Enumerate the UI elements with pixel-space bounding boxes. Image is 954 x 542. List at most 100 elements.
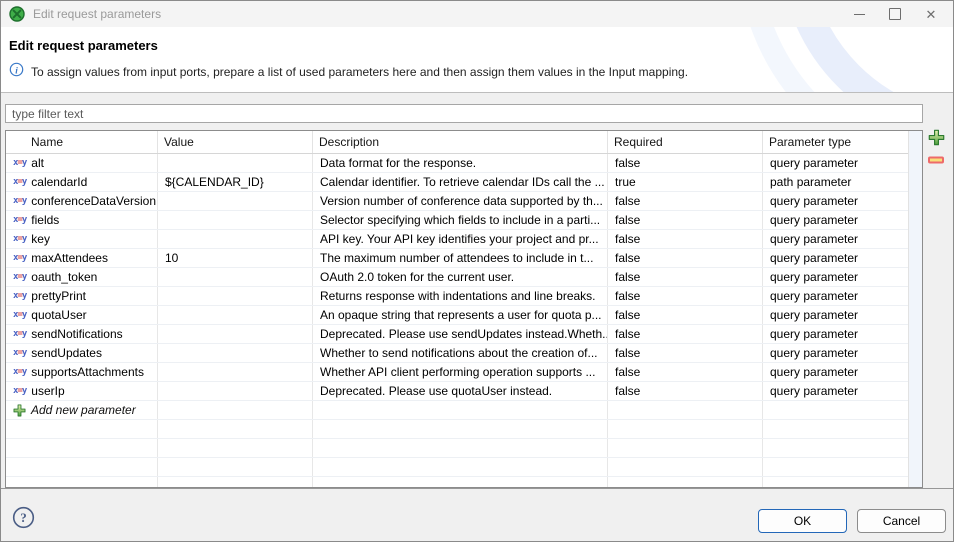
parameter-name-cell[interactable]: x=yuserIp [6,382,158,400]
parameter-value-cell[interactable] [158,154,313,172]
parameter-required-cell[interactable]: false [608,363,763,381]
parameter-required-cell[interactable]: false [608,268,763,286]
parameter-name-cell[interactable]: x=yprettyPrint [6,287,158,305]
column-header-description[interactable]: Description [313,131,608,153]
add-new-parameter-cell[interactable]: Add new parameter [6,401,158,419]
parameter-row[interactable]: x=ycalendarId${CALENDAR_ID}Calendar iden… [6,173,922,192]
parameter-description-cell[interactable]: Version number of conference data suppor… [313,192,608,210]
parameter-value-cell[interactable] [158,344,313,362]
parameter-type-cell[interactable]: query parameter [763,268,909,286]
filter-input[interactable] [5,104,923,123]
parameter-type-cell[interactable]: query parameter [763,192,909,210]
parameter-row[interactable]: x=yprettyPrint Returns response with inde… [6,287,922,306]
vertical-scrollbar[interactable] [908,131,922,487]
parameter-value-cell[interactable]: ${CALENDAR_ID} [158,173,313,191]
parameter-name: sendNotifications [31,327,122,341]
column-header-parameter-type[interactable]: Parameter type [763,131,909,153]
parameter-name-cell[interactable]: x=ykey [6,230,158,248]
parameter-name-cell[interactable]: x=yfields [6,211,158,229]
parameter-description-cell[interactable]: An opaque string that represents a user … [313,306,608,324]
parameter-name-cell[interactable]: x=ysupportsAttachments [6,363,158,381]
parameter-type-cell[interactable]: query parameter [763,249,909,267]
column-header-name[interactable]: Name [6,131,158,153]
content-area: Name Value Description Required Paramete… [1,93,953,488]
parameter-value-cell[interactable] [158,211,313,229]
parameter-type-cell[interactable]: query parameter [763,363,909,381]
minimize-icon [854,14,865,15]
parameter-type-cell[interactable]: query parameter [763,211,909,229]
parameter-description-cell[interactable]: Deprecated. Please use quotaUser instead… [313,382,608,400]
parameter-type-cell[interactable]: query parameter [763,306,909,324]
titlebar[interactable]: Edit request parameters ✕ [1,1,953,27]
parameter-description-cell[interactable]: Whether API client performing operation … [313,363,608,381]
parameter-value-cell[interactable] [158,363,313,381]
help-button[interactable]: ? [12,506,35,529]
parameter-required-cell[interactable]: false [608,287,763,305]
parameter-value-cell[interactable] [158,382,313,400]
parameter-description-cell[interactable]: Returns response with indentations and l… [313,287,608,305]
parameter-row[interactable]: x=yalt Data format for the response.false… [6,154,922,173]
column-header-required[interactable]: Required [608,131,763,153]
parameter-row[interactable]: x=ysupportsAttachments Whether API client… [6,363,922,382]
cancel-button[interactable]: Cancel [857,509,946,533]
parameter-name-cell[interactable]: x=yquotaUser [6,306,158,324]
parameter-type-cell[interactable]: query parameter [763,287,909,305]
parameter-name-cell[interactable]: x=ymaxAttendees [6,249,158,267]
parameter-description-cell[interactable]: The maximum number of attendees to inclu… [313,249,608,267]
parameter-name-cell[interactable]: x=yoauth_token [6,268,158,286]
add-parameter-button[interactable] [926,129,946,149]
parameter-row[interactable]: x=yconferenceDataVersion Version number o… [6,192,922,211]
parameter-value-cell[interactable] [158,230,313,248]
parameter-description-cell[interactable]: Whether to send notifications about the … [313,344,608,362]
parameter-row[interactable]: x=ykey API key. Your API key identifies y… [6,230,922,249]
parameter-type-cell[interactable]: query parameter [763,230,909,248]
parameter-required-cell[interactable]: true [608,173,763,191]
minimize-button[interactable] [841,1,877,27]
parameter-icon: x=y [13,386,26,396]
parameter-row[interactable]: x=yoauth_token OAuth 2.0 token for the cu… [6,268,922,287]
parameter-type-cell[interactable]: query parameter [763,325,909,343]
parameter-name-cell[interactable]: x=yalt [6,154,158,172]
parameter-row[interactable]: x=ysendUpdates Whether to send notificati… [6,344,922,363]
parameter-required-cell[interactable]: false [608,382,763,400]
parameter-value-cell[interactable] [158,306,313,324]
parameter-name-cell[interactable]: x=ycalendarId [6,173,158,191]
parameter-required-cell[interactable]: false [608,249,763,267]
column-header-value[interactable]: Value [158,131,313,153]
parameter-name-cell[interactable]: x=ysendNotifications [6,325,158,343]
parameter-type-cell[interactable]: query parameter [763,154,909,172]
parameter-type-cell[interactable]: query parameter [763,382,909,400]
remove-parameter-button[interactable] [926,151,946,171]
add-new-parameter-row[interactable]: Add new parameter [6,401,922,420]
ok-button[interactable]: OK [758,509,847,533]
parameter-row[interactable]: x=ymaxAttendees10The maximum number of a… [6,249,922,268]
maximize-button[interactable] [877,1,913,27]
parameter-required-cell[interactable]: false [608,306,763,324]
parameter-value-cell[interactable] [158,325,313,343]
parameter-row[interactable]: x=yfields Selector specifying which field… [6,211,922,230]
parameter-value-cell[interactable] [158,192,313,210]
parameter-description-cell[interactable]: Data format for the response. [313,154,608,172]
parameter-required-cell[interactable]: false [608,230,763,248]
parameter-required-cell[interactable]: false [608,192,763,210]
parameter-required-cell[interactable]: false [608,344,763,362]
parameter-type-cell[interactable]: path parameter [763,173,909,191]
parameter-description-cell[interactable]: Deprecated. Please use sendUpdates inste… [313,325,608,343]
parameter-type-cell[interactable]: query parameter [763,344,909,362]
parameter-required-cell[interactable]: false [608,325,763,343]
parameter-value-cell[interactable] [158,287,313,305]
parameter-row[interactable]: x=yuserIp Deprecated. Please use quotaUse… [6,382,922,401]
parameter-description-cell[interactable]: Selector specifying which fields to incl… [313,211,608,229]
parameter-description-cell[interactable]: API key. Your API key identifies your pr… [313,230,608,248]
parameter-value-cell[interactable]: 10 [158,249,313,267]
parameter-description-cell[interactable]: OAuth 2.0 token for the current user. [313,268,608,286]
parameter-name-cell[interactable]: x=ysendUpdates [6,344,158,362]
parameter-required-cell[interactable]: false [608,211,763,229]
parameter-description-cell[interactable]: Calendar identifier. To retrieve calenda… [313,173,608,191]
parameter-value-cell[interactable] [158,268,313,286]
parameter-row[interactable]: x=ysendNotifications Deprecated. Please u… [6,325,922,344]
parameter-required-cell[interactable]: false [608,154,763,172]
close-button[interactable]: ✕ [913,1,949,27]
parameter-row[interactable]: x=yquotaUser An opaque string that repres… [6,306,922,325]
parameter-name-cell[interactable]: x=yconferenceDataVersion [6,192,158,210]
